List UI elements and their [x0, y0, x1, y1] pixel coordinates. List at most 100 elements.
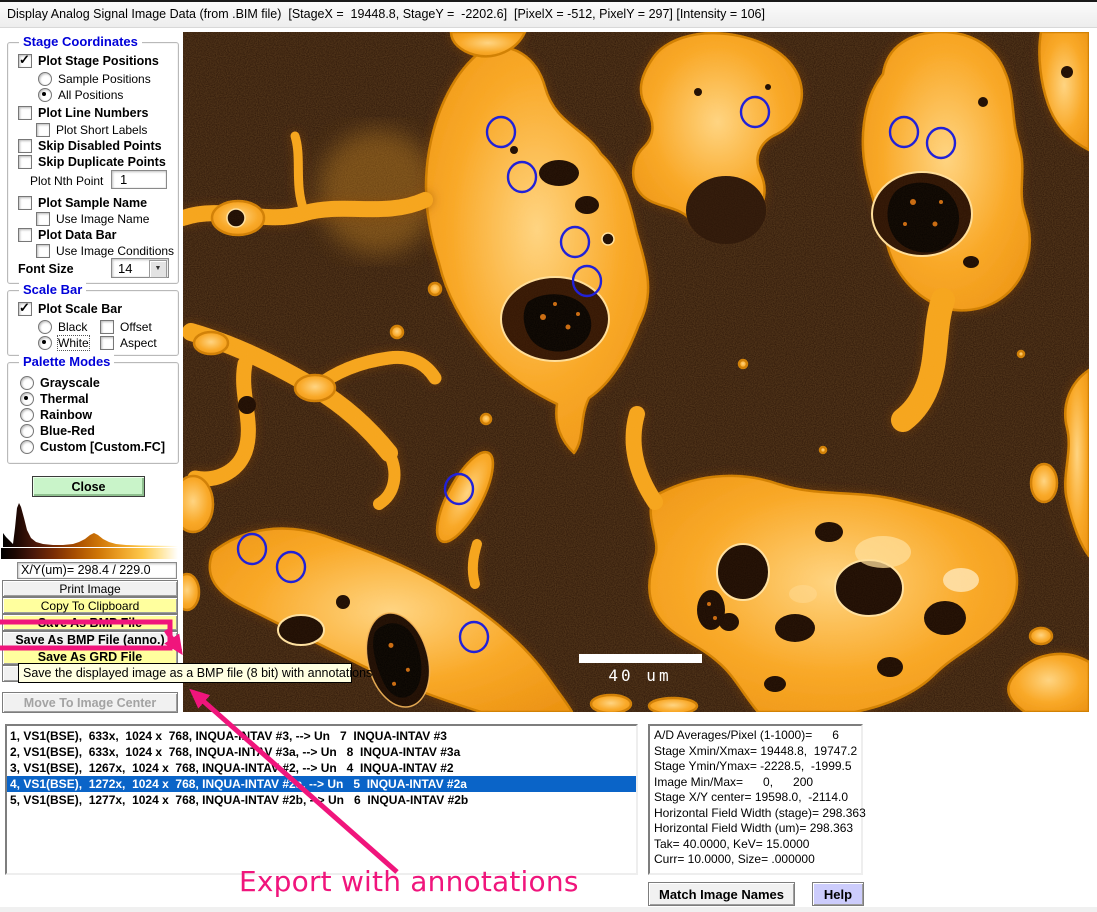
use-image-conditions-checkbox-icon[interactable] [36, 244, 50, 258]
sample-positions-radio-icon[interactable] [38, 72, 52, 86]
image-info-panel: A/D Averages/Pixel (1-1000)= 6 Stage Xmi… [648, 724, 863, 875]
plot-short-labels-checkbox-icon[interactable] [36, 123, 50, 137]
checkbox-use-image-name[interactable]: Use Image Name [36, 211, 149, 226]
image-list-row[interactable]: 1, VS1(BSE), 633x, 1024 x 768, INQUA-INT… [7, 728, 636, 744]
scale-bar-label: 40 um [608, 666, 671, 685]
blue-red-radio-icon[interactable] [20, 424, 34, 438]
thermal-gradient-bar [1, 548, 178, 559]
checkbox-plot-short-labels[interactable]: Plot Short Labels [36, 122, 147, 137]
group-title-scale-bar: Scale Bar [19, 282, 86, 297]
checkbox-use-image-conditions[interactable]: Use Image Conditions [36, 243, 174, 258]
custom-radio-icon[interactable] [20, 440, 34, 454]
font-size-value: 14 [118, 261, 132, 276]
radio-palette-rainbow[interactable]: Rainbow [20, 407, 92, 422]
info-line: Horizontal Field Width (um)= 298.363 [654, 821, 861, 837]
scalebar-white-radio-icon[interactable] [38, 336, 52, 350]
plot-data-bar-checkbox-icon[interactable] [18, 228, 32, 242]
window-bottom-edge [0, 907, 1097, 912]
font-size-label: Font Size [18, 262, 74, 276]
all-positions-radio-icon[interactable] [38, 88, 52, 102]
close-button[interactable]: Close [32, 476, 145, 497]
info-line: Stage X/Y center= 19598.0, -2114.0 [654, 790, 861, 806]
checkbox-plot-scale-bar[interactable]: Plot Scale Bar [18, 301, 122, 316]
checkbox-plot-stage-positions[interactable]: Plot Stage Positions [18, 53, 159, 68]
all-positions-label: All Positions [58, 88, 123, 102]
radio-scalebar-black[interactable]: Black [38, 319, 87, 334]
offset-checkbox-icon[interactable] [100, 320, 114, 334]
use-image-name-label: Use Image Name [56, 212, 149, 226]
image-list[interactable]: 1, VS1(BSE), 633x, 1024 x 768, INQUA-INT… [5, 724, 638, 875]
group-palette-modes: Palette Modes Grayscale Thermal Rainbow … [7, 362, 179, 464]
plot-sample-name-checkbox-icon[interactable] [18, 196, 32, 210]
checkbox-plot-data-bar[interactable]: Plot Data Bar [18, 227, 117, 242]
sample-positions-label: Sample Positions [58, 72, 151, 86]
app-window: Display Analog Signal Image Data (from .… [0, 0, 1097, 912]
aspect-checkbox-icon[interactable] [100, 336, 114, 350]
font-size-dropdown[interactable]: 14 ▼ [111, 258, 169, 278]
save-as-bmp-button[interactable]: Save As BMP File [2, 614, 178, 631]
chevron-down-icon[interactable]: ▼ [149, 260, 167, 278]
grayscale-radio-icon[interactable] [20, 376, 34, 390]
plot-scale-bar-checkbox-icon[interactable] [18, 302, 32, 316]
plot-scale-bar-label: Plot Scale Bar [38, 302, 122, 316]
match-image-names-button[interactable]: Match Image Names [648, 882, 795, 906]
use-image-name-checkbox-icon[interactable] [36, 212, 50, 226]
skip-duplicate-points-label: Skip Duplicate Points [38, 155, 166, 169]
copy-to-clipboard-button[interactable]: Copy To Clipboard [2, 597, 178, 614]
info-line: Image Min/Max= 0, 200 [654, 775, 861, 791]
tooltip: Save the displayed image as a BMP file (… [18, 663, 352, 683]
info-line: Stage Ymin/Ymax= -2228.5, -1999.5 [654, 759, 861, 775]
blue-red-label: Blue-Red [40, 424, 95, 438]
image-list-row[interactable]: 4, VS1(BSE), 1272x, 1024 x 768, INQUA-IN… [7, 776, 636, 792]
intensity-histogram [1, 500, 178, 560]
export-annotation-text: Export with annotations [239, 865, 579, 898]
radio-palette-blue-red[interactable]: Blue-Red [20, 423, 95, 438]
print-image-button[interactable]: Print Image [2, 580, 178, 597]
plot-line-numbers-label: Plot Line Numbers [38, 106, 148, 120]
thermal-radio-icon[interactable] [20, 392, 34, 406]
checkbox-offset[interactable]: Offset [100, 319, 152, 334]
skip-disabled-points-label: Skip Disabled Points [38, 139, 162, 153]
plot-line-numbers-checkbox-icon[interactable] [18, 106, 32, 120]
info-line: A/D Averages/Pixel (1-1000)= 6 [654, 728, 861, 744]
radio-palette-grayscale[interactable]: Grayscale [20, 375, 100, 390]
plot-nth-point-label: Plot Nth Point [30, 174, 103, 188]
radio-palette-custom[interactable]: Custom [Custom.FC] [20, 439, 165, 454]
image-list-row[interactable]: 2, VS1(BSE), 633x, 1024 x 768, INQUA-INT… [7, 744, 636, 760]
plot-nth-point-input[interactable] [111, 170, 167, 189]
checkbox-plot-sample-name[interactable]: Plot Sample Name [18, 195, 147, 210]
group-scale-bar: Scale Bar Plot Scale Bar Black White Off… [7, 290, 179, 356]
scalebar-black-radio-icon[interactable] [38, 320, 52, 334]
skip-duplicate-points-checkbox-icon[interactable] [18, 155, 32, 169]
help-button[interactable]: Help [812, 882, 864, 906]
use-image-conditions-label: Use Image Conditions [56, 244, 174, 258]
grayscale-label: Grayscale [40, 376, 100, 390]
info-line: Tak= 40.0000, KeV= 15.0000 [654, 837, 861, 853]
move-to-image-center-button: Move To Image Center [2, 692, 178, 713]
thermal-label: Thermal [40, 392, 89, 406]
group-stage-coordinates: Stage Coordinates Plot Stage Positions S… [7, 42, 179, 284]
save-as-bmp-anno-button[interactable]: Save As BMP File (anno.) [2, 631, 178, 648]
micrograph-image[interactable]: 40 um [183, 32, 1089, 712]
checkbox-skip-duplicate-points[interactable]: Skip Duplicate Points [18, 154, 166, 169]
radio-scalebar-white[interactable]: White [38, 335, 89, 350]
checkbox-plot-line-numbers[interactable]: Plot Line Numbers [18, 105, 148, 120]
plot-nth-point-row: Plot Nth Point [30, 173, 103, 188]
group-title-palette-modes: Palette Modes [19, 354, 114, 369]
checkbox-skip-disabled-points[interactable]: Skip Disabled Points [18, 138, 162, 153]
radio-palette-thermal[interactable]: Thermal [20, 391, 89, 406]
info-line: Horizontal Field Width (stage)= 298.363 [654, 806, 861, 822]
rainbow-radio-icon[interactable] [20, 408, 34, 422]
plot-stage-positions-checkbox-icon[interactable] [18, 54, 32, 68]
info-line: Stage Xmin/Xmax= 19448.8, 19747.2 [654, 744, 861, 760]
image-list-row[interactable]: 5, VS1(BSE), 1277x, 1024 x 768, INQUA-IN… [7, 792, 636, 808]
radio-all-positions[interactable]: All Positions [38, 87, 123, 102]
offset-label: Offset [120, 320, 152, 334]
custom-label: Custom [Custom.FC] [40, 440, 165, 454]
plot-data-bar-label: Plot Data Bar [38, 228, 117, 242]
image-list-row[interactable]: 3, VS1(BSE), 1267x, 1024 x 768, INQUA-IN… [7, 760, 636, 776]
plot-sample-name-label: Plot Sample Name [38, 196, 147, 210]
checkbox-aspect[interactable]: Aspect [100, 335, 157, 350]
skip-disabled-points-checkbox-icon[interactable] [18, 139, 32, 153]
radio-sample-positions[interactable]: Sample Positions [38, 71, 151, 86]
